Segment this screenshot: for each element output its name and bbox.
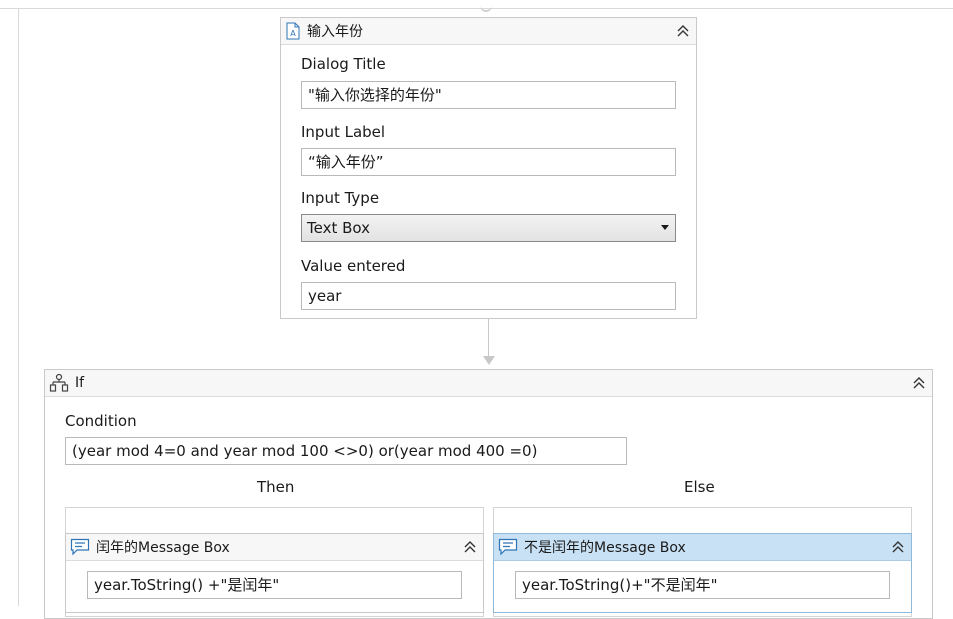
input-type-value: Text Box (307, 219, 370, 237)
condition-field[interactable]: (year mod 4=0 and year mod 100 <>0) or(y… (65, 437, 627, 465)
if-header[interactable]: If (45, 370, 932, 397)
input-label-label: Input Label (301, 123, 386, 141)
input-dialog-header[interactable]: A 输入年份 (281, 18, 696, 45)
input-type-label: Input Type (301, 189, 380, 207)
message-box-icon (498, 538, 518, 556)
then-message-box-header[interactable]: 闰年的Message Box (66, 534, 483, 561)
collapse-chevrons-icon[interactable] (676, 23, 690, 39)
then-message-text-field[interactable]: year.ToString() +"是闰年" (87, 571, 462, 599)
value-entered-label: Value entered (301, 257, 406, 275)
input-type-select[interactable]: Text Box (301, 214, 676, 242)
if-icon (49, 373, 69, 393)
canvas-left-divider (18, 9, 19, 606)
svg-text:A: A (290, 29, 296, 38)
input-dialog-title: 输入年份 (307, 24, 363, 40)
message-box-icon (70, 538, 90, 556)
dialog-title-field[interactable]: "输入你选择的年份" (301, 81, 676, 109)
flow-connector-line (488, 319, 489, 359)
flow-arrow-icon (483, 356, 495, 365)
then-message-box-title: 闰年的Message Box (96, 540, 230, 556)
condition-label: Condition (65, 412, 137, 430)
dialog-title-label: Dialog Title (301, 55, 386, 73)
dropdown-arrow-icon[interactable] (661, 225, 669, 230)
collapse-chevrons-icon[interactable] (912, 375, 926, 391)
input-dialog-icon: A (285, 22, 301, 40)
else-message-box-header[interactable]: 不是闰年的Message Box (494, 534, 911, 561)
top-connector-stub (480, 2, 492, 12)
canvas-top-divider (0, 8, 953, 9)
input-label-field[interactable]: “输入年份” (301, 148, 676, 176)
value-entered-field[interactable]: year (301, 282, 676, 310)
collapse-chevrons-icon[interactable] (463, 539, 477, 555)
if-title: If (75, 375, 85, 391)
collapse-chevrons-icon[interactable] (891, 539, 905, 555)
else-label: Else (684, 478, 715, 496)
else-message-box-title: 不是闰年的Message Box (524, 540, 686, 556)
then-label: Then (257, 478, 295, 496)
else-message-text-field[interactable]: year.ToString()+"不是闰年" (515, 571, 890, 599)
